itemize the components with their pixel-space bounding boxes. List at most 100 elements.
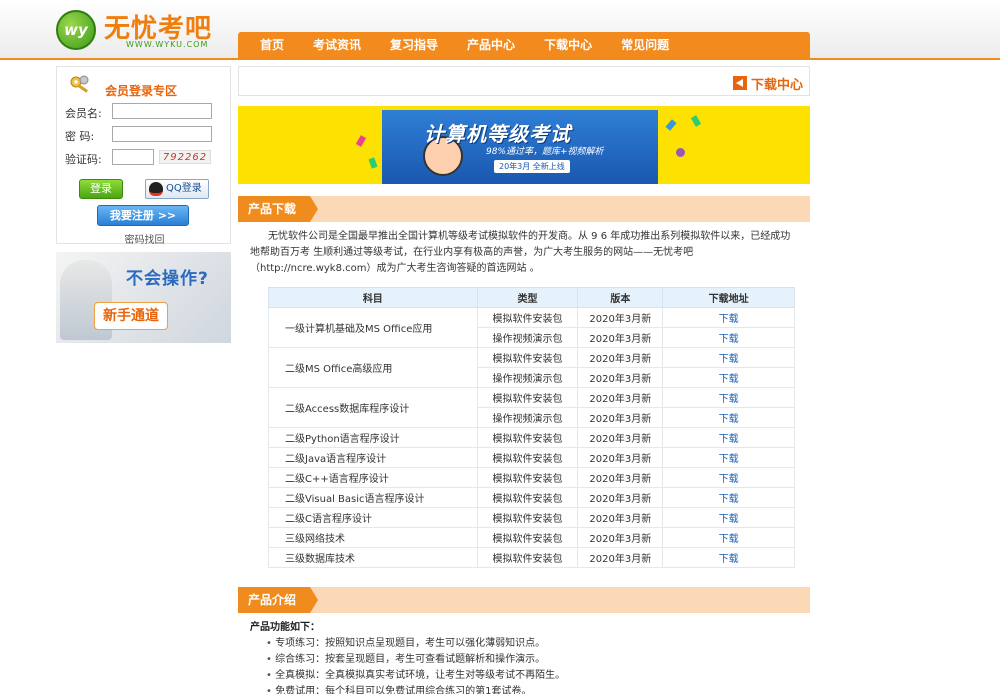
type-cell: 模拟软件安装包	[476, 387, 579, 408]
confetti-decoration	[690, 115, 702, 127]
download-center-header: 下载中心	[238, 66, 810, 96]
type-cell: 操作视频演示包	[476, 327, 579, 348]
site-logo[interactable]: wy 无忧考吧 WWW.WYKU.COM	[56, 8, 216, 52]
login-button[interactable]: 登录	[79, 179, 123, 199]
download-cell: 下载	[662, 447, 795, 468]
product-intro-title: 产品介绍	[238, 587, 318, 613]
confetti-decoration	[355, 135, 367, 147]
subject-cell: 二级Python语言程序设计	[268, 427, 478, 448]
member-login-panel: 会员登录专区 会员名: 密 码: 验证码: 792262 登录 QQ登录 我要注…	[56, 66, 232, 246]
download-cell: 下载	[662, 387, 795, 408]
download-link[interactable]: 下载	[719, 434, 739, 445]
logo-domain: WWW.WYKU.COM	[126, 40, 209, 49]
version-cell: 2020年3月新	[577, 507, 664, 528]
arrow-left-icon	[733, 76, 747, 90]
product-download-title: 产品下载	[238, 196, 318, 222]
feature-item: 综合练习：按套呈现题目，考生可查看试题解析和操作演示。	[266, 652, 798, 668]
download-cell: 下载	[662, 347, 795, 368]
promo-banner[interactable]: 计算机等级考试 98%通过率，题库+视频解析 20年3月 全新上线	[238, 106, 810, 184]
confetti-decoration	[665, 119, 677, 131]
type-cell: 模拟软件安装包	[476, 427, 579, 448]
table-row: 二级MS Office高级应用 模拟软件安装包 2020年3月新 下载	[268, 347, 795, 388]
username-input[interactable]	[112, 103, 212, 119]
version-cell: 2020年3月新	[577, 427, 664, 448]
download-link[interactable]: 下载	[719, 554, 739, 565]
newbie-guide-banner[interactable]: 不会操作? 新手通道	[56, 252, 231, 343]
features-list: 专项练习：按照知识点呈现题目，考生可以强化薄弱知识点。 综合练习：按套呈现题目，…	[266, 636, 798, 694]
password-input[interactable]	[112, 126, 212, 142]
nav-item-products[interactable]: 产品中心	[467, 32, 515, 58]
table-row: 二级Java语言程序设计 模拟软件安装包 2020年3月新 下载	[268, 447, 795, 468]
feature-item: 免费试用：每个科目可以免费试用综合练习的第1套试卷。	[266, 684, 798, 694]
newbie-question: 不会操作?	[126, 269, 209, 289]
table-row: 三级数据库技术 模拟软件安装包 2020年3月新 下载	[268, 547, 795, 568]
download-cell: 下载	[662, 467, 795, 488]
table-row: 三级网络技术 模拟软件安装包 2020年3月新 下载	[268, 527, 795, 548]
features-block: 产品功能如下： 专项练习：按照知识点呈现题目，考生可以强化薄弱知识点。 综合练习…	[250, 620, 798, 694]
subject-cell: 一级计算机基础及MS Office应用	[268, 307, 478, 348]
features-title: 产品功能如下：	[250, 622, 320, 633]
version-cell: 2020年3月新	[577, 447, 664, 468]
download-cell: 下载	[662, 407, 795, 428]
download-link[interactable]: 下载	[719, 354, 739, 365]
download-link[interactable]: 下载	[719, 334, 739, 345]
nav-item-review[interactable]: 复习指导	[390, 32, 438, 58]
download-link[interactable]: 下载	[719, 454, 739, 465]
download-cell: 下载	[662, 427, 795, 448]
qq-login-label: QQ登录	[166, 183, 202, 194]
version-cell: 2020年3月新	[577, 547, 664, 568]
username-label: 会员名:	[65, 107, 102, 120]
table-row: 二级C++语言程序设计 模拟软件安装包 2020年3月新 下载	[268, 467, 795, 488]
version-cell: 2020年3月新	[577, 527, 664, 548]
qq-login-button[interactable]: QQ登录	[145, 179, 209, 199]
table-row: 一级计算机基础及MS Office应用 模拟软件安装包 2020年3月新 下载	[268, 307, 795, 348]
download-cell: 下载	[662, 327, 795, 348]
download-link[interactable]: 下载	[719, 394, 739, 405]
feature-item: 专项练习：按照知识点呈现题目，考生可以强化薄弱知识点。	[266, 636, 798, 652]
type-cell: 模拟软件安装包	[476, 547, 579, 568]
type-cell: 模拟软件安装包	[476, 347, 579, 368]
password-row: 密 码:	[65, 126, 225, 144]
download-table-body: 一级计算机基础及MS Office应用 模拟软件安装包 2020年3月新 下载 操作视频…	[268, 307, 795, 568]
download-link[interactable]: 下载	[719, 474, 739, 485]
product-download-section-bar: 产品下载	[238, 196, 810, 222]
subject-cell: 二级Visual Basic语言程序设计	[268, 487, 478, 508]
download-link[interactable]: 下载	[719, 414, 739, 425]
download-link[interactable]: 下载	[719, 534, 739, 545]
table-row: 二级Python语言程序设计 模拟软件安装包 2020年3月新 下载	[268, 427, 795, 448]
version-cell: 2020年3月新	[577, 307, 664, 328]
subject-cell: 二级C++语言程序设计	[268, 467, 478, 488]
captcha-input[interactable]	[112, 149, 154, 165]
forgot-password-link[interactable]: 密码找回	[57, 231, 232, 246]
type-cell: 模拟软件安装包	[476, 527, 579, 548]
table-row: 二级Access数据库程序设计 模拟软件安装包 2020年3月新 下载	[268, 387, 795, 428]
register-button[interactable]: 我要注册 >>	[97, 205, 189, 226]
type-cell: 操作视频演示包	[476, 407, 579, 428]
qq-penguin-icon	[149, 182, 163, 196]
nav-item-faq[interactable]: 常见问题	[621, 32, 669, 58]
username-row: 会员名:	[65, 103, 225, 121]
version-cell: 2020年3月新	[577, 347, 664, 368]
download-link[interactable]: 下载	[719, 374, 739, 385]
type-cell: 模拟软件安装包	[476, 507, 579, 528]
subject-cell: 三级数据库技术	[268, 547, 478, 568]
nav-item-downloads[interactable]: 下载中心	[544, 32, 592, 58]
download-link[interactable]: 下载	[719, 314, 739, 325]
nav-item-news[interactable]: 考试资讯	[313, 32, 361, 58]
company-intro: 无忧软件公司是全国最早推出全国计算机等级考试模拟软件的开发商。从 9 6 年成功…	[250, 231, 791, 274]
download-link[interactable]: 下载	[719, 494, 739, 505]
download-table: 科目 类型 版本 下载地址 一级计算机基础及MS Office应用 模拟软件安装包…	[268, 287, 795, 568]
nav-item-home[interactable]: 首页	[260, 32, 284, 58]
type-cell: 模拟软件安装包	[476, 487, 579, 508]
download-cell: 下载	[662, 507, 795, 528]
captcha-image[interactable]: 792262	[159, 150, 211, 164]
captcha-label: 验证码:	[65, 153, 102, 166]
download-link[interactable]: 下载	[719, 514, 739, 525]
table-row: 二级C语言程序设计 模拟软件安装包 2020年3月新 下载	[268, 507, 795, 528]
version-cell: 2020年3月新	[577, 467, 664, 488]
download-cell: 下载	[662, 547, 795, 568]
confetti-decoration	[368, 157, 378, 169]
column-header: 下载地址	[662, 287, 795, 308]
type-cell: 模拟软件安装包	[476, 447, 579, 468]
column-header: 类型	[476, 287, 579, 308]
